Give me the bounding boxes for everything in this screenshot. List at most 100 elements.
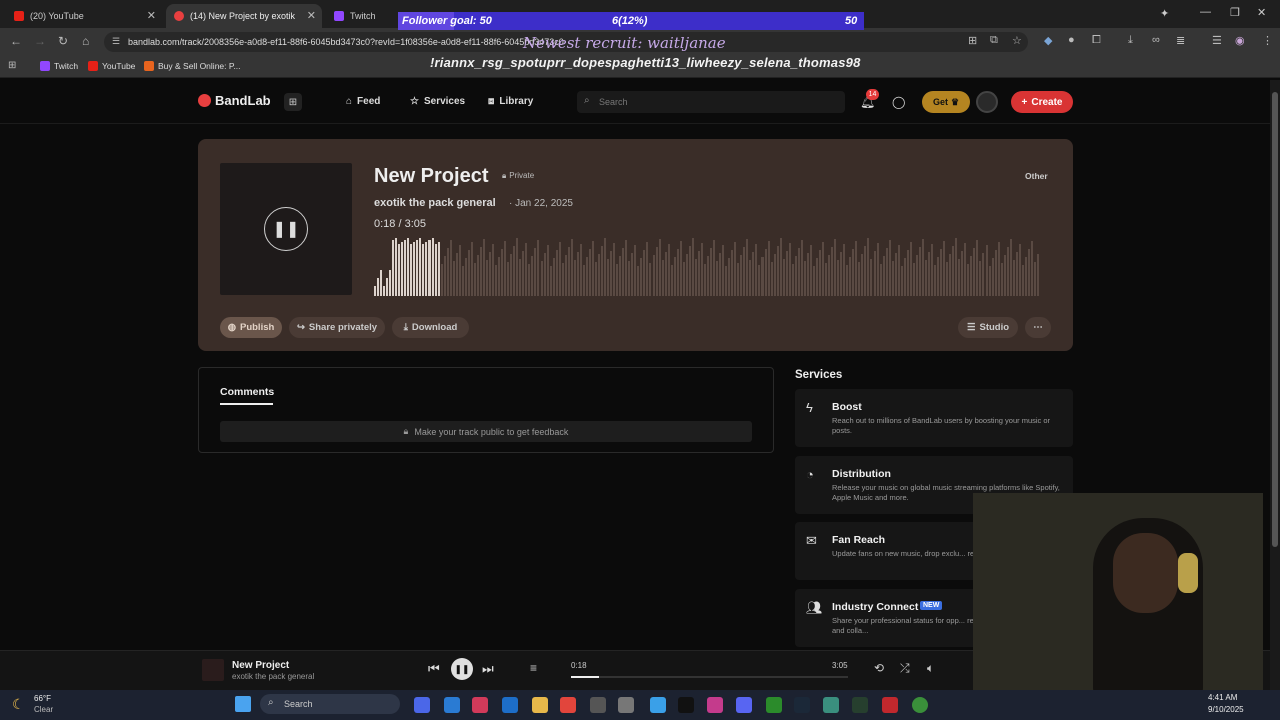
link-icon[interactable]: ∞	[1152, 34, 1160, 46]
steam-icon[interactable]	[794, 697, 810, 713]
page-scrollbar[interactable]	[1270, 80, 1280, 690]
app-icon[interactable]	[852, 697, 868, 713]
waveform-bar	[767, 241, 770, 296]
minimize-icon[interactable]: —	[1200, 6, 1211, 18]
publish-button[interactable]: ◍ Publish	[220, 317, 282, 338]
app-icon[interactable]	[560, 697, 576, 713]
repeat-icon[interactable]: ⟲	[874, 661, 884, 675]
youtube-icon	[14, 11, 24, 21]
tab-youtube[interactable]: (20) YouTube ✕	[6, 4, 162, 28]
discord-icon[interactable]	[736, 697, 752, 713]
messages-icon[interactable]: ◯	[892, 95, 905, 109]
outlook-icon[interactable]	[502, 697, 518, 713]
player-cover-thumb[interactable]	[202, 659, 224, 681]
chrome-icon[interactable]	[912, 697, 928, 713]
get-membership-button[interactable]: Get ♛	[922, 91, 970, 113]
waveform-bar	[785, 251, 788, 296]
extension-icon[interactable]: ◆	[1044, 34, 1052, 47]
waveform[interactable]	[374, 236, 1040, 296]
genre-tag[interactable]: Other	[1025, 171, 1048, 181]
reload-icon[interactable]: ↻	[58, 34, 68, 48]
instagram-icon[interactable]	[707, 697, 723, 713]
tab-twitch[interactable]: Twitch	[326, 4, 396, 28]
player-pause-button[interactable]: ❚❚	[451, 658, 473, 680]
download-button[interactable]: ⤓ Download	[392, 317, 469, 338]
window-close-icon[interactable]: ✕	[1257, 6, 1266, 19]
waveform-bar	[831, 247, 834, 296]
tools-icon[interactable]: ≣	[1176, 34, 1185, 47]
forward-icon[interactable]: →	[34, 34, 46, 48]
store-icon[interactable]	[590, 697, 606, 713]
sidebar-icon[interactable]: ☰	[1212, 34, 1222, 47]
puzzle-icon[interactable]: ⧠	[1092, 34, 1101, 47]
apps-grid-button[interactable]: ⊞	[284, 93, 302, 111]
bandlab-logo[interactable]: BandLab	[198, 93, 271, 108]
file-explorer-icon[interactable]	[532, 697, 548, 713]
bookmark-youtube[interactable]: YouTube	[88, 61, 135, 71]
nav-feed[interactable]: ⌂ Feed	[346, 96, 380, 107]
service-boost[interactable]: ϟ Boost Reach out to millions of BandLab…	[795, 389, 1073, 447]
pause-button[interactable]: ❚❚	[264, 207, 308, 251]
next-icon[interactable]: ⏭︎	[482, 661, 494, 677]
nav-services[interactable]: ☆ Services	[410, 96, 465, 107]
more-options-button[interactable]: ⋯	[1025, 317, 1051, 338]
clock-time[interactable]: 4:41 AM	[1208, 693, 1237, 702]
waveform-bar	[658, 239, 661, 296]
settings-icon[interactable]	[618, 697, 634, 713]
tab-comments[interactable]: Comments	[220, 386, 274, 398]
app-icon[interactable]	[823, 697, 839, 713]
bookmark-marketplace[interactable]: Buy & Sell Online: P...	[144, 61, 241, 71]
player-track-title[interactable]: New Project	[232, 660, 289, 671]
waveform-bar	[828, 255, 831, 296]
player-track-artist[interactable]: exotik the pack general	[232, 672, 314, 681]
weather-temp[interactable]: 66°F	[34, 694, 51, 703]
search-input[interactable]: ⌕ Search	[577, 91, 845, 113]
bookmark-twitch[interactable]: Twitch	[40, 61, 78, 71]
opera-icon[interactable]	[882, 697, 898, 713]
windows-start-icon[interactable]	[235, 696, 251, 712]
xbox-icon[interactable]	[766, 697, 782, 713]
app-icon[interactable]	[650, 697, 666, 713]
waveform-bar	[498, 257, 501, 296]
waveform-bar	[449, 240, 452, 296]
taskbar-search[interactable]: ⌕ Search	[260, 694, 400, 714]
scrollbar-thumb[interactable]	[1272, 92, 1278, 547]
site-info-icon[interactable]: ☰	[112, 36, 120, 47]
menu-kebab-icon[interactable]: ⋮	[1262, 34, 1273, 47]
sparkle-icon[interactable]: ✦	[1160, 7, 1169, 20]
tab-bandlab[interactable]: (14) New Project by exotik ✕	[166, 4, 322, 28]
user-avatar[interactable]	[976, 91, 998, 113]
extension-icon[interactable]: ●	[1068, 34, 1075, 46]
shuffle-icon[interactable]: ⤮	[900, 661, 910, 676]
tiktok-icon[interactable]	[678, 697, 694, 713]
waveform-bar	[937, 257, 940, 296]
bookmark-star-icon[interactable]: ☆	[1012, 34, 1022, 47]
volume-icon[interactable]: 🔈︎	[927, 661, 934, 676]
studio-button[interactable]: ☰ Studio	[958, 317, 1018, 338]
seek-bar[interactable]	[571, 676, 848, 678]
close-icon[interactable]: ✕	[307, 9, 316, 22]
profile-avatar[interactable]: ◉	[1235, 34, 1245, 47]
edge-icon[interactable]	[444, 697, 460, 713]
maximize-icon[interactable]: ❐	[1230, 6, 1240, 19]
translate-icon[interactable]: ⊞	[968, 34, 977, 47]
apps-grid-icon[interactable]: ⊞	[8, 60, 16, 71]
home-icon[interactable]: ⌂	[82, 34, 89, 48]
queue-icon[interactable]: ≡	[530, 661, 537, 675]
track-time: 0:18 / 3:05	[374, 218, 426, 230]
close-icon[interactable]: ✕	[147, 9, 156, 22]
install-icon[interactable]: ⧉	[990, 34, 998, 47]
waveform-bar	[958, 259, 961, 296]
track-artist[interactable]: exotik the pack general	[374, 197, 496, 209]
create-button[interactable]: + Create	[1011, 91, 1073, 113]
app-icon[interactable]	[472, 697, 488, 713]
waveform-bar	[788, 243, 791, 296]
nav-library[interactable]: ⧈ Library	[488, 96, 533, 107]
waveform-bar	[531, 256, 534, 296]
previous-icon[interactable]: ⏮︎	[428, 661, 440, 677]
copilot-icon[interactable]	[414, 697, 430, 713]
share-privately-button[interactable]: ↪ Share privately	[289, 317, 385, 338]
download-icon[interactable]: ⤓	[1128, 34, 1133, 47]
back-icon[interactable]: ←	[10, 34, 22, 48]
waveform-bar	[688, 246, 691, 296]
